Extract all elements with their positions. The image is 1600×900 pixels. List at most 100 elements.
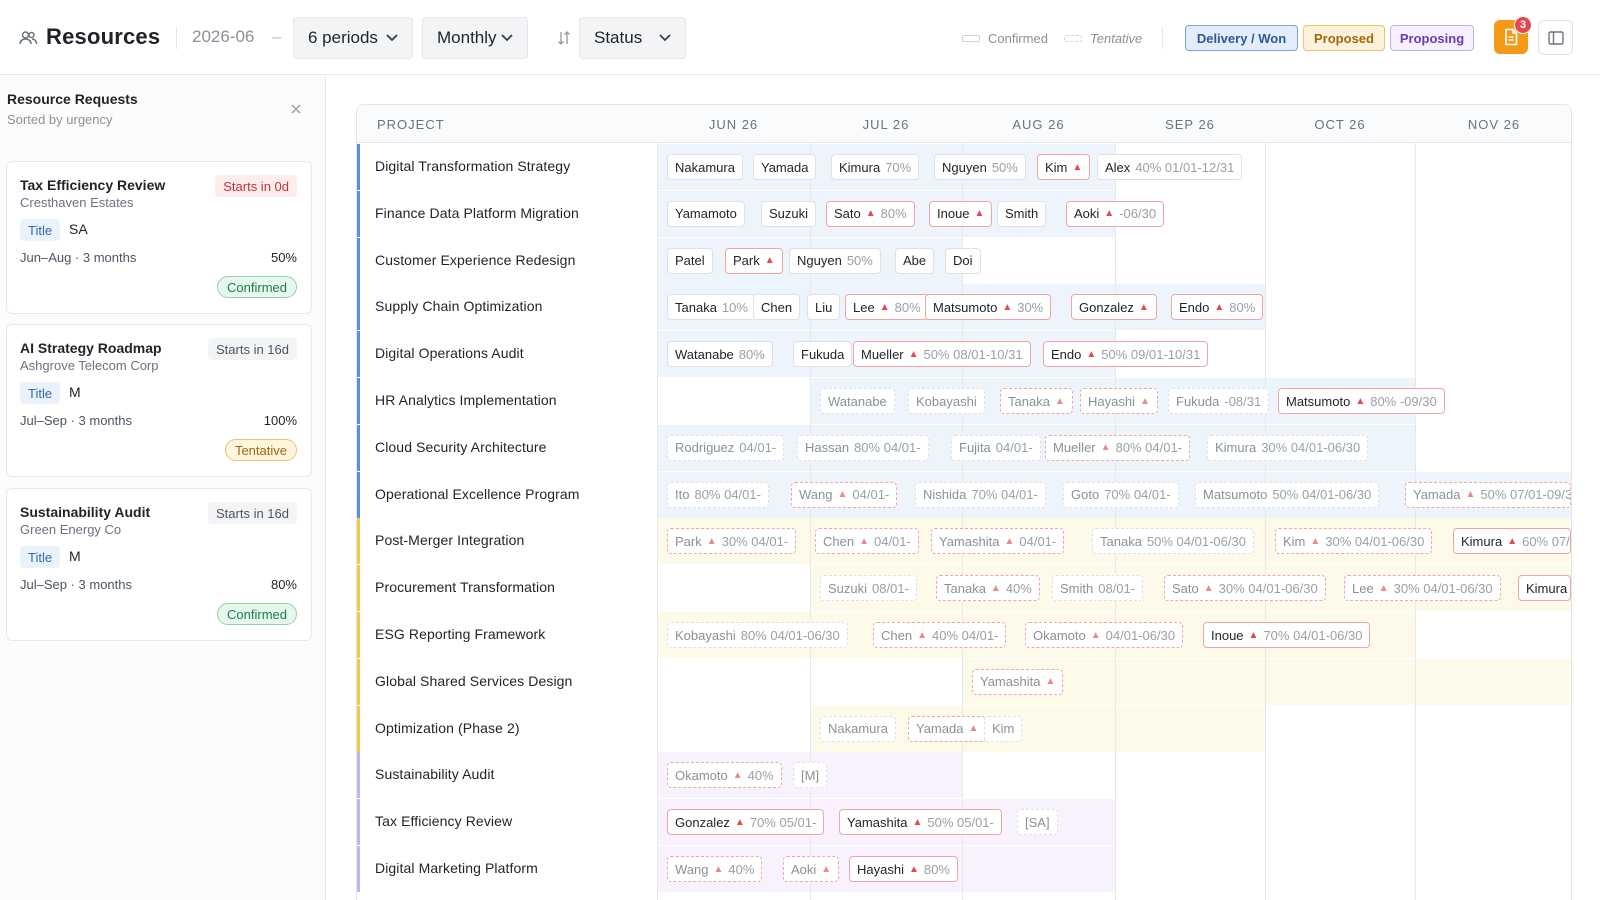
project-name[interactable]: Procurement Transformation (375, 579, 555, 595)
project-name[interactable]: Cloud Security Architecture (375, 439, 547, 455)
project-name[interactable]: Global Shared Services Design (375, 673, 572, 689)
allocation-chip[interactable]: Matsumoto ▲ 80% -09/30 (1278, 388, 1445, 414)
filter-delivery-won[interactable]: Delivery / Won (1185, 25, 1298, 51)
allocation-chip[interactable]: Mueller ▲ 80% 04/01- (1045, 434, 1191, 461)
project-name[interactable]: Sustainability Audit (375, 766, 495, 782)
allocation-chip[interactable]: Inoue ▲ 70% 04/01-06/30 (1203, 622, 1371, 648)
allocation-chip[interactable]: Fukuda (793, 341, 853, 368)
allocation-chip[interactable]: Hayashi ▲ (1080, 388, 1158, 414)
allocation-chip[interactable]: Abe (895, 247, 935, 274)
allocation-chip[interactable]: Sato ▲ 80% (826, 200, 915, 227)
allocation-chip[interactable]: Yamada ▲ (908, 715, 987, 742)
allocation-chip[interactable]: Fukuda -08/31 (1168, 388, 1270, 414)
project-name[interactable]: Post-Merger Integration (375, 532, 524, 548)
allocation-chip[interactable]: Aoki ▲ -06/30 (1066, 200, 1165, 227)
allocation-chip[interactable]: Matsumoto 50% 04/01-06/30 (1195, 481, 1380, 508)
allocation-chip[interactable]: Ito 80% 04/01- (667, 481, 769, 508)
toggle-panel-button[interactable] (1538, 20, 1573, 55)
allocation-chip[interactable]: Kimura 70% (831, 154, 920, 180)
allocation-chip[interactable]: Lee ▲ 30% 04/01-06/30 (1344, 575, 1501, 602)
allocation-chip[interactable]: Yamada (753, 154, 817, 180)
allocation-chip[interactable]: Chen (753, 294, 801, 321)
request-card[interactable]: Tax Efficiency Review Cresthaven Estates S… (6, 161, 312, 314)
allocation-chip[interactable]: Kim ▲ (1037, 154, 1091, 180)
allocation-chip[interactable]: Hayashi ▲ 80% (849, 856, 958, 882)
allocation-chip[interactable]: Gonzalez ▲ 70% 05/01- (667, 809, 825, 836)
project-name[interactable]: Customer Experience Redesign (375, 252, 575, 268)
allocation-chip[interactable]: Tanaka 10% (667, 294, 756, 321)
allocation-chip[interactable]: Kimura ▲ 60% 07/01 (1453, 528, 1571, 555)
sort-select[interactable]: Status (579, 17, 686, 59)
project-name[interactable]: Digital Transformation Strategy (375, 158, 570, 174)
allocation-chip[interactable]: Patel (667, 247, 713, 274)
allocation-chip[interactable]: Rodriguez 04/01- (667, 434, 785, 461)
allocation-chip[interactable]: Nakamura (667, 154, 743, 180)
project-name[interactable]: Finance Data Platform Migration (375, 205, 579, 221)
sort-icon[interactable] (556, 29, 572, 47)
allocation-chip[interactable]: Smith (997, 200, 1047, 227)
allocation-chip[interactable]: Wang ▲ 04/01- (791, 481, 898, 508)
allocation-chip[interactable]: Liu (807, 294, 841, 321)
allocation-chip[interactable]: Doi (945, 247, 981, 274)
allocation-chip[interactable]: Okamoto ▲ 04/01-06/30 (1025, 622, 1184, 648)
allocation-chip[interactable]: Kobayashi 80% 04/01-06/30 (667, 622, 848, 648)
project-name[interactable]: Operational Excellence Program (375, 486, 580, 502)
allocation-chip[interactable]: Watanabe (820, 388, 895, 414)
periods-select[interactable]: 6 periods (293, 17, 413, 59)
allocation-chip[interactable]: Lee ▲ 80% (845, 294, 929, 321)
allocation-chip[interactable]: Fujita 04/01- (951, 434, 1041, 461)
allocation-chip[interactable]: Tanaka ▲ 40% (936, 575, 1040, 602)
project-name[interactable]: Digital Marketing Platform (375, 860, 538, 876)
allocation-chip[interactable]: Kimura▲ (1518, 575, 1571, 602)
project-name[interactable]: HR Analytics Implementation (375, 392, 557, 408)
project-name[interactable]: Digital Operations Audit (375, 345, 524, 361)
allocation-chip[interactable]: [SA] (1017, 809, 1058, 836)
allocation-chip[interactable]: Park ▲ 30% 04/01- (667, 528, 797, 555)
project-name[interactable]: ESG Reporting Framework (375, 626, 545, 642)
allocation-chip[interactable]: Endo ▲ 50% 09/01-10/31 (1043, 341, 1209, 368)
allocation-chip[interactable]: Kim ▲ 30% 04/01-06/30 (1275, 528, 1433, 555)
allocation-chip[interactable]: Alex 40% 01/01-12/31 (1097, 154, 1243, 180)
request-card[interactable]: Sustainability Audit Green Energy Co Start… (6, 488, 312, 641)
allocation-chip[interactable]: Nakamura (820, 715, 896, 742)
allocation-chip[interactable]: Nishida 70% 04/01- (915, 481, 1046, 508)
period-start[interactable]: 2026-06 (192, 26, 254, 48)
allocation-chip[interactable]: Smith 08/01- (1052, 575, 1144, 602)
allocation-chip[interactable]: Nguyen 50% (789, 247, 881, 274)
allocation-chip[interactable]: Suzuki (761, 200, 817, 227)
allocation-chip[interactable]: Sato ▲ 30% 04/01-06/30 (1164, 575, 1326, 602)
allocation-chip[interactable]: Goto 70% 04/01- (1063, 481, 1179, 508)
allocation-chip[interactable]: Kim (984, 715, 1023, 742)
allocation-chip[interactable]: Yamashita ▲ (972, 668, 1064, 695)
filter-proposed[interactable]: Proposed (1303, 25, 1385, 51)
allocation-chip[interactable]: Yamamoto (667, 200, 745, 227)
allocation-chip[interactable]: Yamashita ▲ 50% 05/01- (839, 809, 1002, 836)
allocation-chip[interactable]: Yamashita ▲ 04/01- (931, 528, 1065, 555)
allocation-chip[interactable]: Mueller ▲ 50% 08/01-10/31 (853, 341, 1031, 368)
granularity-select[interactable]: Monthly (422, 17, 528, 59)
allocation-chip[interactable]: Aoki ▲ (783, 856, 840, 882)
allocation-chip[interactable]: Wang ▲ 40% (667, 856, 763, 882)
project-name[interactable]: Optimization (Phase 2) (375, 720, 520, 736)
allocation-chip[interactable]: Watanabe 80% (667, 341, 773, 368)
allocation-chip[interactable]: Kimura 30% 04/01-06/30 (1207, 434, 1369, 461)
close-icon[interactable] (290, 102, 306, 118)
allocation-chip[interactable]: Tanaka ▲ (1000, 388, 1073, 414)
allocation-chip[interactable]: Matsumoto ▲ 30% (925, 294, 1052, 321)
allocation-chip[interactable]: Tanaka 50% 04/01-06/30 (1092, 528, 1254, 555)
allocation-chip[interactable]: Nguyen 50% (934, 154, 1026, 180)
allocation-chip[interactable]: [M] (793, 762, 828, 789)
allocation-chip[interactable]: Kobayashi (908, 388, 985, 414)
allocation-chip[interactable]: Chen ▲ 40% 04/01- (873, 622, 1007, 648)
allocation-chip[interactable]: Hassan 80% 04/01- (797, 434, 929, 461)
allocation-chip[interactable]: Okamoto ▲ 40% (667, 762, 782, 789)
request-card[interactable]: AI Strategy Roadmap Ashgrove Telecom Corp… (6, 324, 312, 477)
allocation-chip[interactable]: Suzuki 08/01- (820, 575, 917, 602)
filter-proposing[interactable]: Proposing (1390, 25, 1474, 51)
project-name[interactable]: Tax Efficiency Review (375, 813, 512, 829)
allocation-chip[interactable]: Gonzalez ▲ (1071, 294, 1157, 321)
allocation-chip[interactable]: Yamada ▲ 50% 07/01-09/30 (1405, 481, 1571, 508)
project-name[interactable]: Supply Chain Optimization (375, 298, 542, 314)
allocation-chip[interactable]: Endo ▲ 80% (1171, 294, 1264, 321)
allocation-chip[interactable]: Chen ▲ 04/01- (815, 528, 919, 555)
